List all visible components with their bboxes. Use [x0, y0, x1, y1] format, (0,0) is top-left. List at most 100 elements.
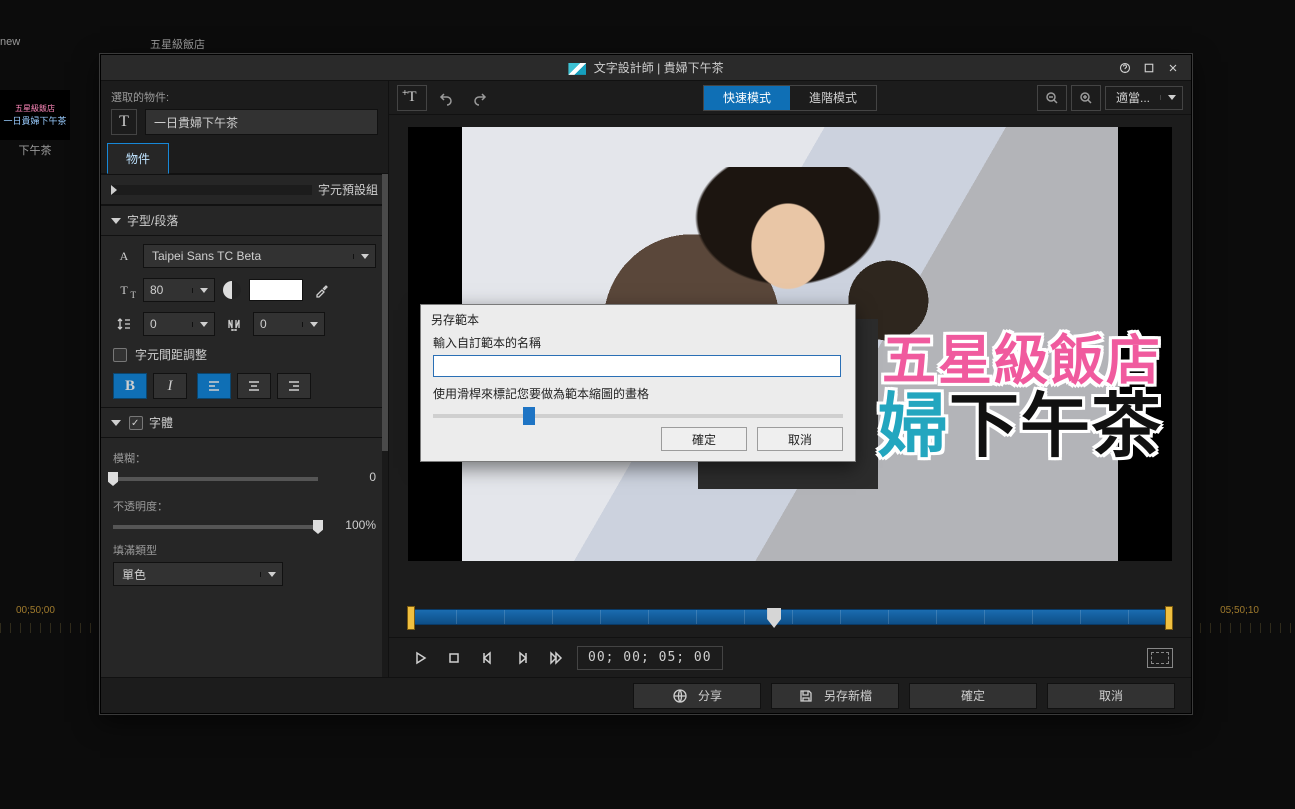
bg-template-label: 五星級飯店: [150, 36, 205, 52]
title-overlay[interactable]: 五星級飯店 婦下午茶: [878, 333, 1162, 463]
body-enable-checkbox[interactable]: [129, 416, 143, 430]
timecode-display[interactable]: 00; 00; 05; 00: [577, 646, 723, 670]
title-line2a: 婦: [878, 387, 949, 465]
title-overlay-line1: 五星級飯店: [878, 333, 1162, 390]
chevron-down-icon: [353, 254, 375, 259]
in-marker[interactable]: [407, 606, 415, 630]
tab-object[interactable]: 物件: [107, 143, 169, 174]
section-font-label: 字型/段落: [127, 212, 178, 229]
tracking-icon: [223, 313, 245, 335]
section-body-header[interactable]: 字體: [101, 407, 388, 438]
font-family-value: Taipei Sans TC Beta: [144, 249, 353, 263]
mode-advanced[interactable]: 進階模式: [790, 86, 876, 110]
caret-down-icon: [111, 218, 121, 224]
zoom-fit-dropdown[interactable]: 適當...: [1105, 86, 1183, 110]
save-dialog-prompt: 輸入自訂範本的名稱: [421, 330, 855, 355]
seek-area: [389, 603, 1191, 637]
contrast-icon[interactable]: [223, 281, 241, 299]
ok-button[interactable]: 確定: [909, 683, 1037, 709]
out-marker[interactable]: [1165, 606, 1173, 630]
globe-icon: [672, 688, 688, 704]
redo-button[interactable]: [465, 85, 495, 111]
section-font-header[interactable]: 字型/段落: [101, 205, 388, 236]
left-scrollbar[interactable]: [382, 174, 388, 677]
bg-thumbnail[interactable]: 五星級飯店 一日貴婦下午茶: [0, 90, 70, 140]
seek-track[interactable]: [407, 609, 1173, 625]
section-presets-header[interactable]: 字元預設組: [101, 174, 388, 205]
add-text-button[interactable]: + T: [397, 85, 427, 111]
save-as-button[interactable]: 另存新檔: [771, 683, 899, 709]
slider-thumb[interactable]: [523, 407, 535, 425]
align-center-button[interactable]: [237, 373, 271, 399]
save-icon: [798, 688, 814, 704]
help-button[interactable]: [1113, 58, 1137, 78]
caret-down-icon: [111, 420, 121, 426]
window-title: 文字設計師 | 貴婦下午茶: [101, 59, 1191, 76]
close-button[interactable]: [1161, 58, 1185, 78]
panel-tabs: 物件: [101, 143, 388, 174]
preview-toolbar: + T 快速模式 進階模式 適當...: [389, 81, 1191, 115]
save-dialog-cancel[interactable]: 取消: [757, 427, 843, 451]
play-button[interactable]: [407, 645, 433, 671]
blur-value: 0: [330, 470, 376, 484]
save-template-dialog: 另存範本 輸入自訂範本的名稱 使用滑桿來標記您要做為範本縮圖的畫格 確定 取消: [420, 304, 856, 462]
bg-thumb-line2: 一日貴婦下午茶: [3, 114, 66, 127]
titlebar[interactable]: 文字設計師 | 貴婦下午茶: [101, 55, 1191, 81]
save-dialog-ok[interactable]: 確定: [661, 427, 747, 451]
opacity-slider[interactable]: [113, 525, 318, 529]
bg-timecode-right: 05;50;10: [1220, 605, 1259, 616]
kerning-checkbox[interactable]: [113, 348, 127, 362]
chevron-down-icon: [260, 572, 282, 577]
line-spacing-field[interactable]: [144, 317, 192, 331]
zoom-out-button[interactable]: [1037, 85, 1067, 111]
align-right-button[interactable]: [277, 373, 311, 399]
app-logo-icon: [568, 63, 586, 75]
next-frame-button[interactable]: [509, 645, 535, 671]
font-size-field[interactable]: [144, 283, 192, 297]
title-overlay-line2: 婦下午茶: [878, 390, 1162, 464]
section-presets-label: 字元預設組: [318, 181, 378, 198]
title-text-sep: |: [657, 61, 663, 75]
mode-fast[interactable]: 快速模式: [704, 86, 790, 110]
left-panel: 選取的物件: T 物件 字元預設組 字型/段落: [101, 81, 389, 677]
blur-label: 模糊：: [113, 450, 146, 466]
template-name-input[interactable]: [433, 355, 841, 377]
bg-thumb-line1: 五星級飯店: [15, 103, 55, 114]
tracking-field[interactable]: [254, 317, 302, 331]
stop-button[interactable]: [441, 645, 467, 671]
italic-button[interactable]: I: [153, 373, 187, 399]
align-left-button[interactable]: [197, 373, 231, 399]
share-button[interactable]: 分享: [633, 683, 761, 709]
fast-forward-button[interactable]: [543, 645, 569, 671]
bold-button[interactable]: B: [113, 373, 147, 399]
dialog-footer: 分享 另存新檔 確定 取消: [101, 677, 1191, 713]
thumbnail-frame-slider[interactable]: [433, 414, 843, 418]
fill-type-dropdown[interactable]: 單色: [113, 562, 283, 586]
section-body-label: 字體: [149, 414, 173, 431]
save-dialog-hint: 使用滑桿來標記您要做為範本縮圖的畫格: [421, 383, 855, 406]
zoom-in-button[interactable]: [1071, 85, 1101, 111]
font-size-input[interactable]: [143, 278, 215, 302]
blur-slider[interactable]: [113, 477, 318, 481]
chevron-down-icon: [192, 288, 214, 293]
safe-zone-icon: [1147, 648, 1173, 668]
line-spacing-input[interactable]: [143, 312, 215, 336]
font-color-swatch[interactable]: [249, 279, 303, 301]
properties-scroll[interactable]: 字元預設組 字型/段落 A Taipei Sans TC Beta: [101, 174, 388, 677]
font-family-dropdown[interactable]: Taipei Sans TC Beta: [143, 244, 376, 268]
bg-thumb-caption: 下午茶: [0, 142, 70, 158]
eyedropper-button[interactable]: [311, 279, 333, 301]
safe-zone-button[interactable]: [1147, 645, 1173, 671]
kerning-label: 字元間距調整: [135, 346, 207, 363]
playhead[interactable]: [767, 608, 781, 628]
cancel-button[interactable]: 取消: [1047, 683, 1175, 709]
maximize-button[interactable]: [1137, 58, 1161, 78]
undo-button[interactable]: [431, 85, 461, 111]
title-text-input[interactable]: [145, 109, 378, 135]
selected-object-label: 選取的物件:: [101, 81, 388, 109]
chevron-down-icon: [302, 322, 324, 327]
line-spacing-icon: [113, 313, 135, 335]
tracking-input[interactable]: [253, 312, 325, 336]
prev-frame-button[interactable]: [475, 645, 501, 671]
mode-switch[interactable]: 快速模式 進階模式: [703, 85, 877, 111]
